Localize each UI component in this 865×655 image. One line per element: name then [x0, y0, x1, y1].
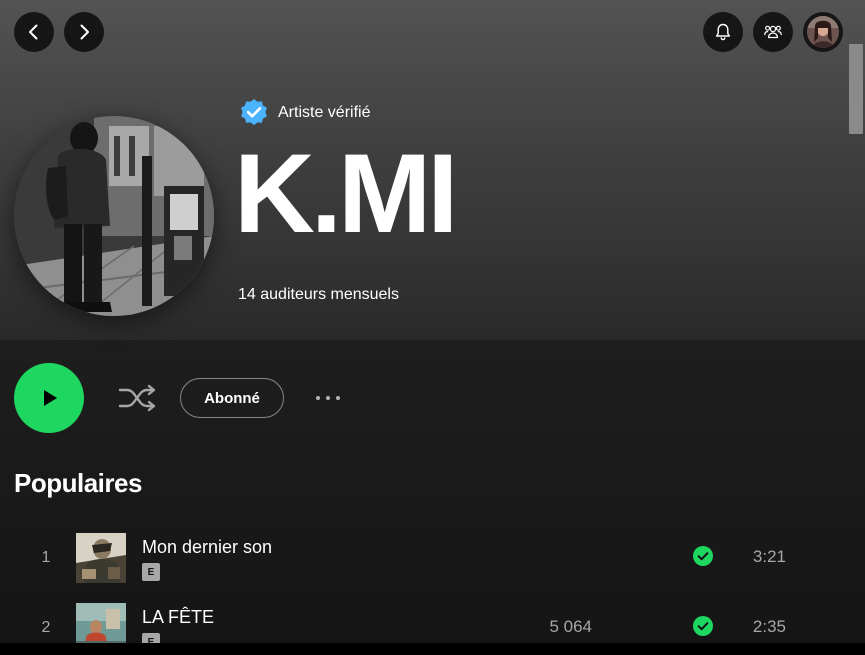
play-button[interactable]: [14, 363, 84, 433]
track-duration: 3:21: [752, 547, 786, 566]
track-title[interactable]: LA FÊTE: [142, 607, 214, 628]
dot-icon: [336, 396, 340, 400]
shuffle-icon: [118, 384, 156, 412]
friend-activity-button[interactable]: [753, 12, 793, 52]
explicit-badge: E: [142, 563, 160, 581]
follow-button[interactable]: Abonné: [180, 378, 284, 418]
notifications-button[interactable]: [703, 12, 743, 52]
saved-check-icon[interactable]: [693, 546, 713, 566]
shuffle-button[interactable]: [116, 380, 158, 416]
bell-icon: [715, 23, 731, 41]
chevron-right-icon: [80, 24, 89, 40]
window-bottom-edge-overlay: [0, 643, 865, 655]
back-button[interactable]: [14, 12, 54, 52]
more-options-button[interactable]: [306, 388, 350, 408]
dot-icon: [326, 396, 330, 400]
track-number: 1: [41, 549, 51, 566]
monthly-listeners: 14 auditeurs mensuels: [238, 286, 399, 303]
dot-icon: [316, 396, 320, 400]
verified-icon: [241, 99, 267, 126]
forward-button[interactable]: [64, 12, 104, 52]
track-duration: 2:35: [752, 617, 786, 636]
chevron-left-icon: [29, 24, 38, 40]
play-icon: [44, 390, 57, 406]
track-cover: [76, 533, 126, 583]
friends-activity-icon: [764, 25, 782, 39]
verified-label: Artiste vérifié: [278, 104, 371, 121]
user-avatar: [807, 16, 839, 48]
popular-section-title: Populaires: [14, 468, 142, 498]
scrollbar-thumb[interactable]: [849, 44, 863, 134]
track-title[interactable]: Mon dernier son: [142, 537, 272, 558]
track-play-count: 5 064: [549, 617, 592, 636]
artist-image: [14, 116, 214, 316]
track-number: 2: [41, 619, 51, 636]
verified-artist-badge: Artiste vérifié: [238, 97, 370, 129]
saved-check-icon[interactable]: [693, 616, 713, 636]
artist-name: K.MI: [234, 131, 458, 256]
profile-button[interactable]: [803, 12, 843, 52]
track-row[interactable]: 1 Mon dernier son E 3:21: [0, 533, 865, 589]
